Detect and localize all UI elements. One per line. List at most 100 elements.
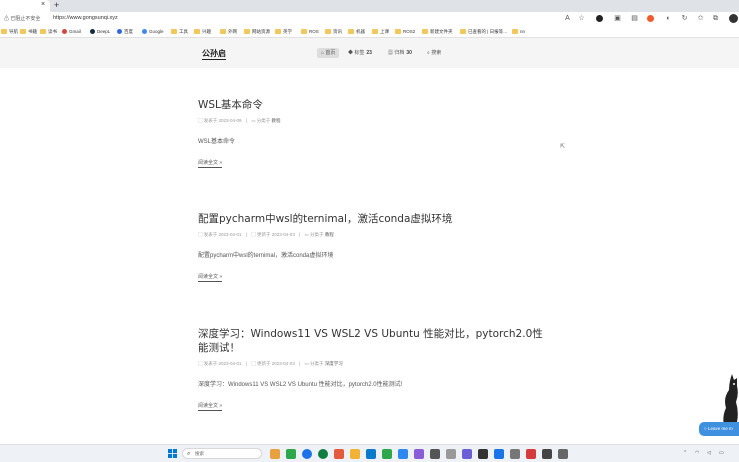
taskbar-app-icon[interactable] [366,449,376,459]
read-aloud-icon[interactable]: A [563,14,572,23]
new-tab-button[interactable]: + [54,0,59,10]
folder-icon [422,29,428,34]
post-category[interactable]: 深度学习 [325,361,343,366]
taskbar-app-icon[interactable] [446,449,456,459]
bookmark-item[interactable]: 机器 [348,28,365,36]
post-category[interactable]: 教程 [272,118,281,123]
bookmark-item[interactable]: 英学 [275,28,292,36]
extension-icon[interactable]: ▤ [630,14,639,23]
security-indicator[interactable]: ⚠ 已阻止不安全 [4,15,40,22]
battery-icon[interactable]: ▭ [719,450,724,456]
extension-icon[interactable]: ▣ [613,14,622,23]
favorite-icon[interactable]: ☆ [577,14,586,23]
taskbar-app-icon[interactable] [286,449,296,459]
folder-icon [301,29,307,34]
bookmark-item[interactable]: 工具 [171,28,188,36]
leave-message-button[interactable]: ○ Leave me m [699,422,739,436]
read-more-link[interactable]: 阅读全文 » [198,159,223,168]
address-bar-row: ⚠ 已阻止不安全 https://www.gongsunqi.xyz A ☆ ▣… [0,12,739,26]
bookmark-item[interactable]: ROS [301,28,319,36]
baidu-icon [117,29,122,34]
folder-icon [325,29,331,34]
taskbar-app-icon[interactable] [478,449,488,459]
bookmark-item[interactable]: Gmail [62,28,81,36]
bookmark-item[interactable]: 书籍 [20,28,37,36]
bookmark-item[interactable]: nn [512,28,525,36]
site-header: 公孙启 ⌂ 首页 ◆ 标签 23 ▦ 归档 30 ⌕ 搜索 [0,38,739,68]
nav-archives[interactable]: ▦ 归档 30 [388,48,412,58]
bookmark-item[interactable]: 外网 [220,28,237,36]
folder-icon [395,29,401,34]
taskbar-app-icon[interactable] [382,449,392,459]
active-tab[interactable]: × [0,0,50,12]
post-item: WSL基本命令 ▢ 发表于 2023-04-09 | ▭ 分类于 教程 WSL基… [198,98,548,168]
taskbar-app-icon[interactable] [270,449,280,459]
archive-count: 30 [406,50,412,56]
extension-icon[interactable] [647,15,654,22]
refresh-icon[interactable]: ↻ [680,14,689,23]
google-icon [142,29,147,34]
taskbar-app-icon[interactable] [414,449,424,459]
taskbar-app-icon[interactable] [462,449,472,459]
taskbar-search[interactable]: ⌕ 搜索 [182,448,262,459]
bookmark-item[interactable]: 资讯 [325,28,342,36]
bookmark-item[interactable]: 网站资源 [244,28,270,36]
taskbar-app-icon[interactable] [334,449,344,459]
folder-icon [372,29,378,34]
speaker-icon[interactable]: ◁ [707,450,711,456]
gmail-icon [62,29,67,34]
site-brand[interactable]: 公孙启 [202,48,226,59]
taskbar-app-icon[interactable] [494,449,504,459]
bookmark-item[interactable]: 新建文件夹 [422,28,453,36]
taskbar-app-icon[interactable] [318,449,328,459]
file-explorer-icon[interactable] [350,449,360,459]
folder-icon [348,29,354,34]
taskbar-app-icon[interactable] [558,449,568,459]
extension-icon[interactable] [596,15,603,22]
nav-home[interactable]: ⌂ 首页 [317,48,340,58]
tab-strip: × + [0,0,739,12]
post-updated: 2023-04-03 [271,232,295,237]
cat-mascot-icon [723,374,739,426]
collections-icon[interactable]: ⧉ [711,14,720,23]
tray-chevron-icon[interactable]: ⌃ [683,450,687,456]
post-excerpt: 配置pycharm中wsl的ternimal，激活conda虚拟环境 [198,253,334,259]
taskbar-app-icon[interactable] [542,449,552,459]
post-date: 2023-04-01 [218,232,242,237]
taskbar-app-icon[interactable] [430,449,440,459]
taskbar-app-icon[interactable] [510,449,520,459]
bookmark-item[interactable]: 百度 [117,28,133,36]
nav-search[interactable]: ⌕ 搜索 [427,48,441,58]
taskbar-app-icon[interactable] [526,449,536,459]
wifi-icon[interactable]: ◠ [695,450,699,456]
nav-tags[interactable]: ◆ 标签 23 [348,48,372,58]
vscode-icon[interactable] [398,449,408,459]
post-excerpt: 深度学习：Windows11 VS WSL2 VS Ubuntu 性能对比，py… [198,382,403,388]
post-title[interactable]: 配置pycharm中wsl的ternimal，激活conda虚拟环境 [198,212,548,226]
bookmark-item[interactable]: 兴趣 [194,28,211,36]
extension-icon[interactable]: ◐ [664,14,673,23]
post-title[interactable]: WSL基本命令 [198,98,548,112]
read-more-link[interactable]: 阅读全文 » [198,402,223,411]
bookmark-item[interactable]: Google [142,28,164,36]
search-icon: ⌕ [187,451,191,457]
close-tab-icon[interactable]: × [41,1,45,8]
windows-start-icon[interactable] [168,449,177,458]
folder-icon [244,29,250,34]
bookmark-item[interactable]: ROS2 [395,28,415,36]
folder-icon [512,29,518,34]
avatar[interactable] [729,14,738,23]
read-more-link[interactable]: 阅读全文 » [198,273,223,282]
bookmark-item[interactable]: 上课 [372,28,389,36]
bookmark-item[interactable]: 导航 [1,28,18,36]
edge-icon[interactable] [302,449,312,459]
bookmark-item[interactable]: 读书 [40,28,57,36]
post-title[interactable]: 深度学习：Windows11 VS WSL2 VS Ubuntu 性能对比，py… [198,327,548,355]
url-field[interactable]: https://www.gongsunqi.xyz [53,15,118,21]
bookmark-item[interactable]: DeepL [90,28,110,36]
favorites-icon[interactable]: ✩ [696,14,705,23]
taskbar: ⌕ 搜索 ⌃ ◠ ◁ ▭ [0,444,739,462]
bookmark-item[interactable]: 已查看的 | 日报等… [460,28,508,36]
post-category[interactable]: 教程 [325,232,334,237]
security-label: 已阻止不安全 [10,16,41,22]
